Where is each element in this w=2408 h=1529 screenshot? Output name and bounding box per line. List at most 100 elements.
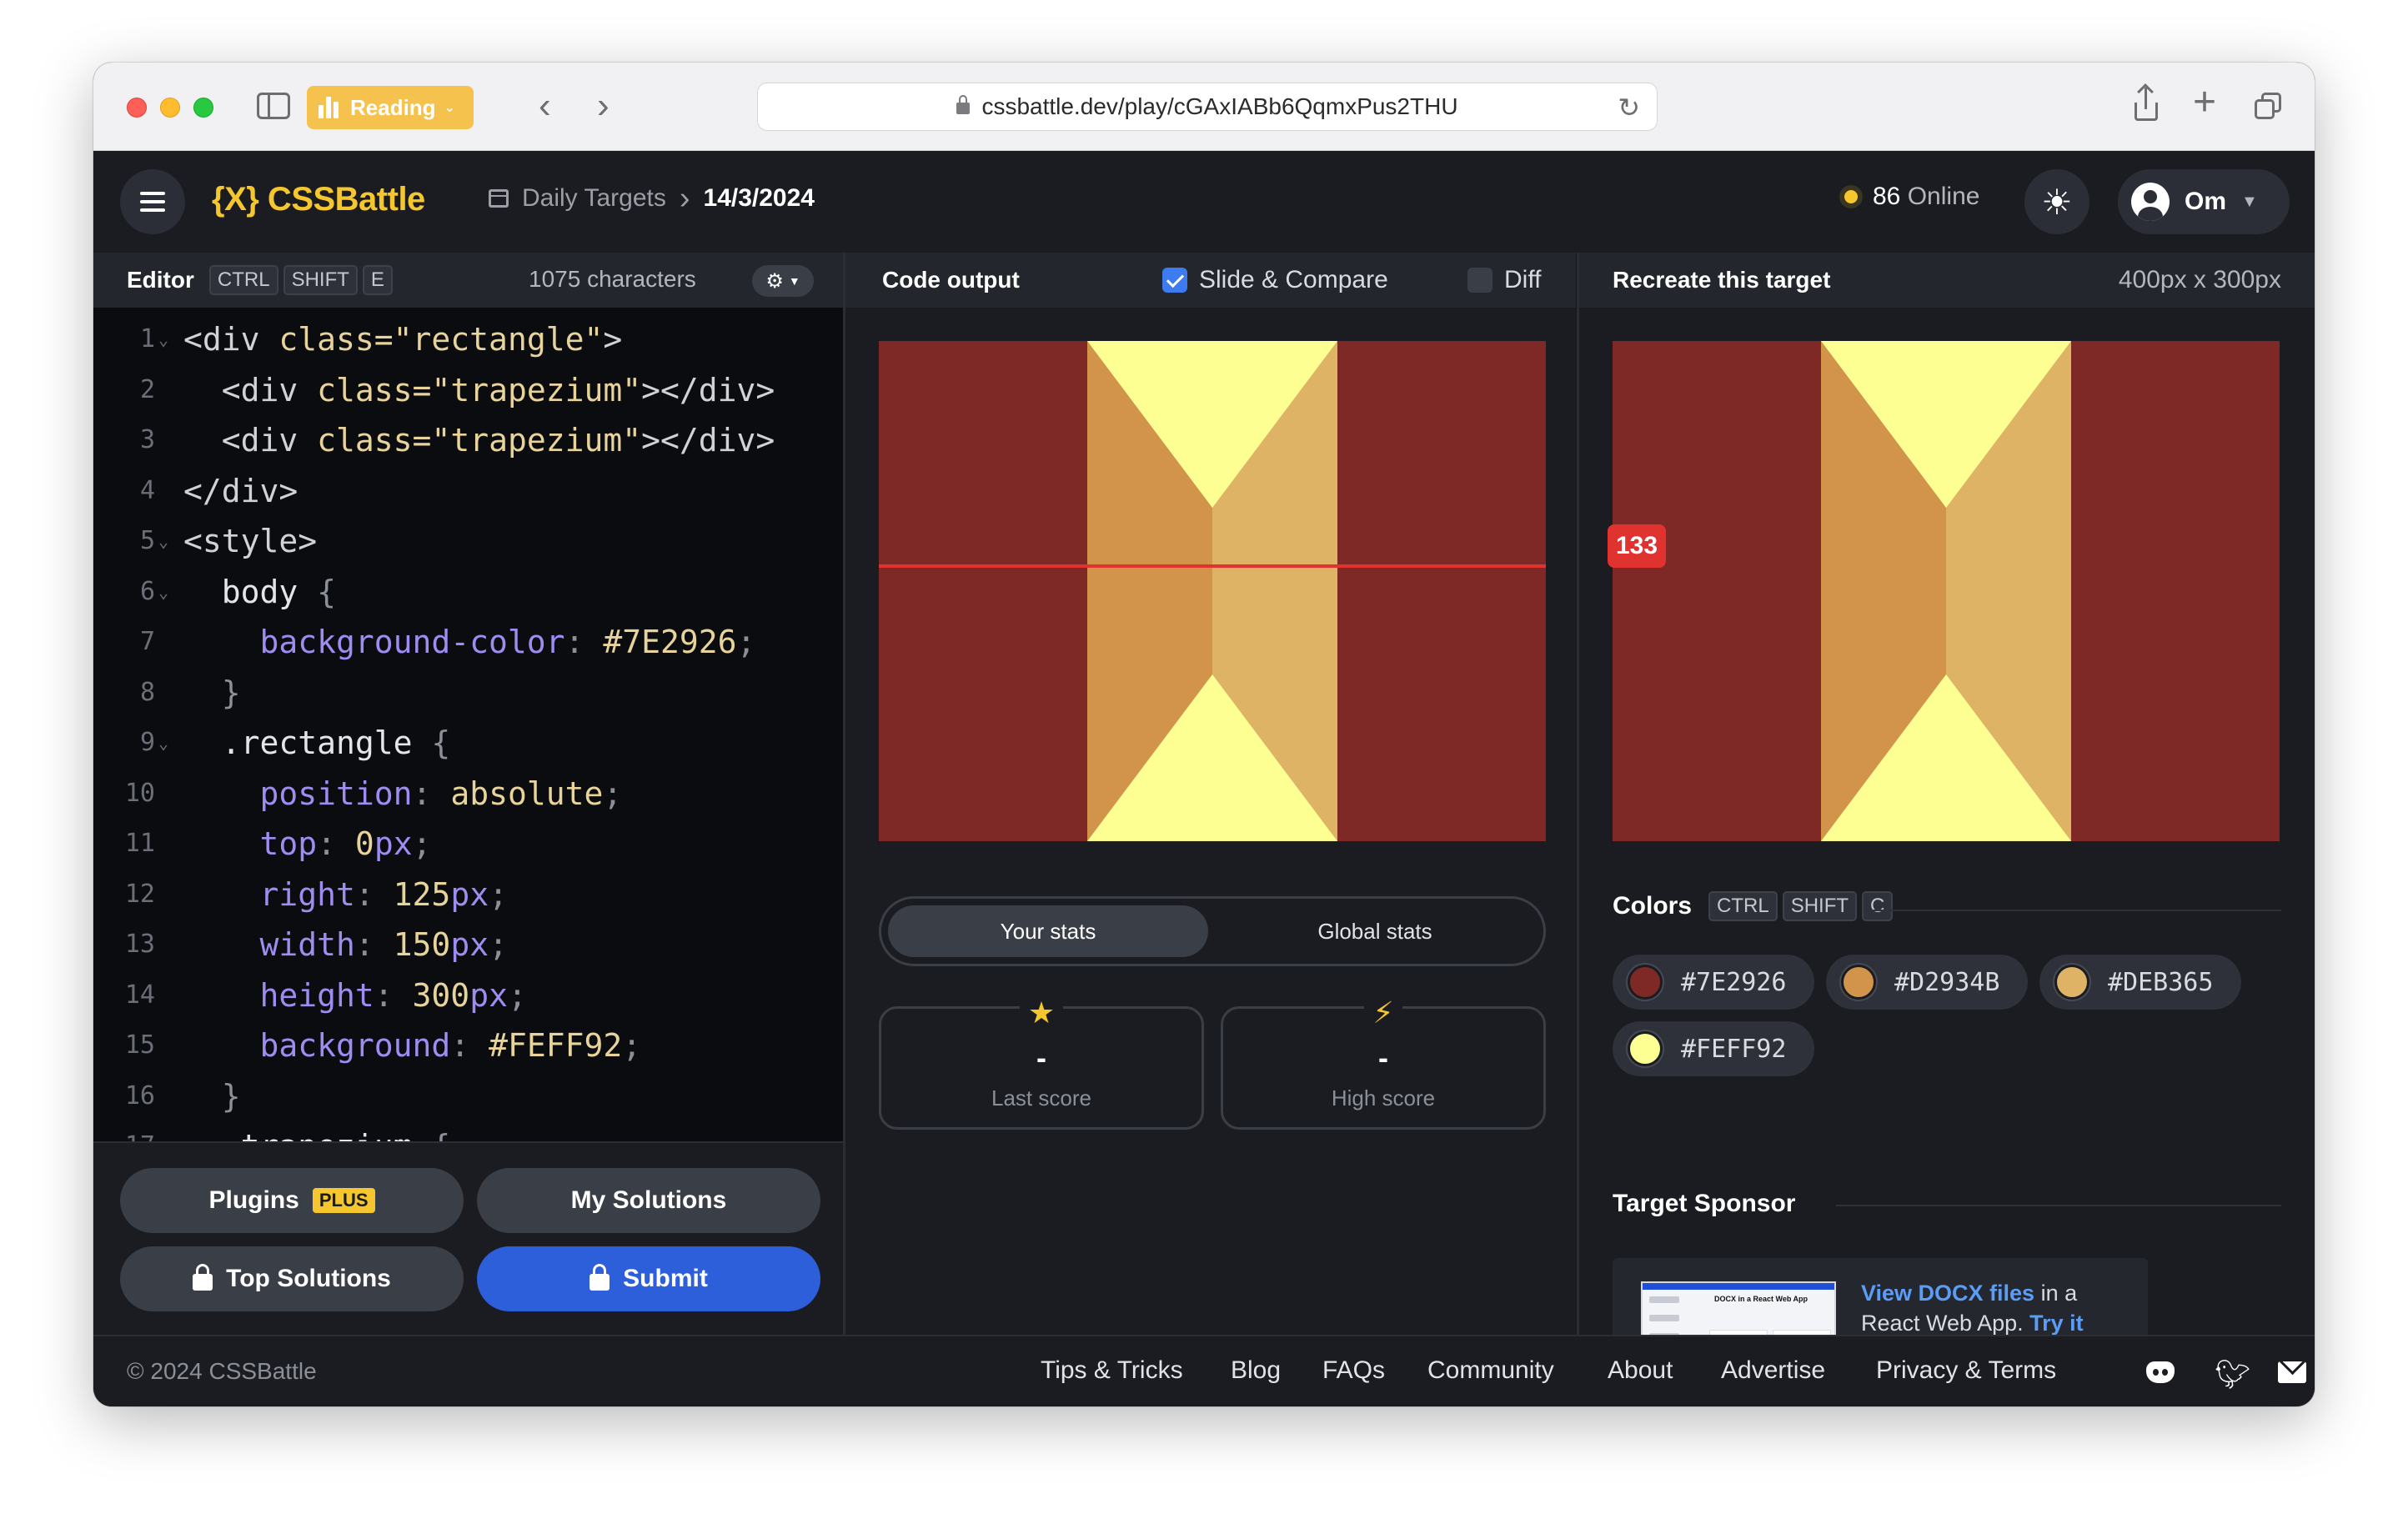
color-swatch[interactable]: #FEFF92 [1613, 1021, 1814, 1076]
shortcut-key: CTRL [1708, 891, 1778, 921]
footer-link-advertise[interactable]: Advertise [1721, 1356, 1825, 1385]
code-text: } [183, 674, 241, 711]
code-line[interactable]: 9 ⌄ .rectangle { [93, 718, 844, 768]
code-line[interactable]: 3 <div class="trapezium"></div> [93, 415, 844, 465]
line-number: 4 [139, 475, 155, 505]
address-bar[interactable]: cssbattle.dev/play/cGAxIABb6QqmxPus2THU … [757, 83, 1658, 131]
sponsor-section-title: Target Sponsor [1613, 1190, 1795, 1218]
code-line[interactable]: 1 ⌄ <div class="rectangle"> [93, 314, 844, 364]
code-line[interactable]: 2 <div class="trapezium"></div> [93, 365, 844, 415]
footer-link-about[interactable]: About [1608, 1356, 1673, 1385]
code-output-canvas[interactable] [879, 341, 1546, 841]
slide-compare-checkbox[interactable] [1162, 268, 1187, 293]
tab-global-stats[interactable]: Global stats [1215, 905, 1535, 957]
url-text: cssbattle.dev/play/cGAxIABb6QqmxPus2THU [981, 93, 1458, 119]
user-menu-button[interactable]: Om ▼ [2118, 169, 2290, 234]
color-dot [2054, 965, 2089, 1000]
reading-list-button[interactable]: Reading ⌄ [307, 86, 474, 129]
code-line[interactable]: 5 ⌄ <style> [93, 516, 844, 566]
reload-icon[interactable]: ↻ [1618, 92, 1640, 123]
share-icon[interactable] [2135, 83, 2158, 121]
sun-icon: ☀ [2041, 182, 2073, 222]
line-number: 9 [139, 728, 155, 757]
shortcut-key: E [362, 265, 393, 295]
menu-button[interactable] [120, 169, 185, 234]
code-line[interactable]: 17 .trapezium { [93, 1121, 844, 1141]
forward-arrow-icon[interactable]: › [597, 88, 610, 124]
breadcrumb: Daily Targets › 14/3/2024 [489, 183, 815, 214]
editor-header: Editor CTRL SHIFT E 1075 characters ⚙ ▼ [93, 253, 844, 308]
code-line[interactable]: 4 </div> [93, 466, 844, 516]
target-render [1613, 341, 2280, 841]
twitter-icon[interactable]: 🐦︎ [2215, 1358, 2250, 1391]
color-swatch[interactable]: #D2934B [1826, 955, 2028, 1010]
code-text: </div> [183, 472, 298, 509]
zoom-window-button[interactable] [193, 98, 213, 118]
code-line[interactable]: 16 } [93, 1071, 844, 1121]
color-swatch[interactable]: #7E2926 [1613, 955, 1814, 1010]
color-swatch[interactable]: #DEB365 [2039, 955, 2241, 1010]
discord-icon[interactable] [2146, 1361, 2175, 1383]
minimize-window-button[interactable] [160, 98, 180, 118]
code-line[interactable]: 14 height: 300px; [93, 970, 844, 1020]
back-arrow-icon[interactable]: ‹ [539, 88, 551, 124]
code-line[interactable]: 6 ⌄ body { [93, 567, 844, 617]
code-line[interactable]: 15 background: #FEFF92; [93, 1020, 844, 1070]
editor-settings-button[interactable]: ⚙ ▼ [752, 265, 814, 297]
calendar-icon [489, 189, 509, 208]
footer-link-tips[interactable]: Tips & Tricks [1041, 1356, 1183, 1385]
fold-chevron-icon[interactable]: ⌄ [158, 718, 168, 768]
code-line[interactable]: 7 background-color: #7E2926; [93, 617, 844, 667]
mail-icon[interactable] [2278, 1361, 2306, 1383]
footer-link-faqs[interactable]: FAQs [1322, 1356, 1385, 1385]
footer-link-privacy[interactable]: Privacy & Terms [1876, 1356, 2056, 1385]
shortcut-key: C [1862, 891, 1894, 921]
fold-chevron-icon[interactable]: ⌄ [158, 567, 168, 617]
avatar [2131, 183, 2170, 221]
target-header: Recreate this target 400px x 300px [1579, 253, 2315, 308]
slide-compare-toggle[interactable]: Slide & Compare [1162, 266, 1388, 294]
code-line[interactable]: 13 width: 150px; [93, 920, 844, 970]
breadcrumb-daily-targets[interactable]: Daily Targets [522, 184, 666, 213]
submit-button[interactable]: Submit [477, 1246, 820, 1311]
top-solutions-button[interactable]: Top Solutions [120, 1246, 464, 1311]
code-text: background: #FEFF92; [183, 1027, 642, 1064]
diff-checkbox[interactable] [1467, 268, 1492, 293]
line-number: 6 [139, 576, 155, 606]
footer: © 2024 CSSBattle Tips & Tricks Blog FAQs… [93, 1335, 2315, 1406]
code-editor[interactable]: 1 ⌄ <div class="rectangle"> 2 <div class="t… [93, 308, 844, 1141]
code-text: <div class="rectangle"> [183, 321, 623, 358]
online-indicator: 86 Online [1839, 183, 1979, 211]
code-line[interactable]: 11 top: 0px; [93, 819, 844, 869]
breadcrumb-current: 14/3/2024 [703, 184, 815, 212]
sidebar-toggle-icon[interactable] [257, 93, 290, 119]
my-solutions-button[interactable]: My Solutions [477, 1168, 820, 1233]
slide-compare-line[interactable] [879, 564, 1546, 568]
shortcut-key: CTRL [208, 265, 278, 295]
code-line[interactable]: 12 right: 125px; [93, 870, 844, 920]
diff-toggle[interactable]: Diff [1467, 266, 1541, 294]
editor-title: Editor [127, 267, 194, 293]
sponsor-link-view[interactable]: View DOCX files [1861, 1281, 2034, 1306]
new-tab-icon[interactable]: + [2193, 83, 2216, 123]
close-window-button[interactable] [127, 98, 147, 118]
tab-your-stats[interactable]: Your stats [888, 905, 1208, 957]
tab-overview-icon[interactable] [2255, 93, 2281, 119]
shortcut-key: SHIFT [1782, 891, 1858, 921]
line-number: 1 [139, 324, 155, 353]
fold-chevron-icon[interactable]: ⌄ [158, 314, 168, 364]
output-render [879, 341, 1546, 841]
code-text: .trapezium { [183, 1121, 451, 1141]
fold-chevron-icon[interactable]: ⌄ [158, 516, 168, 566]
sponsor-title: Target Sponsor [1613, 1190, 1796, 1217]
code-line[interactable]: 8 } [93, 668, 844, 718]
sponsor-thumb-title: DOCX in a React Web App [1714, 1295, 1809, 1303]
theme-toggle-button[interactable]: ☀ [2024, 169, 2089, 234]
footer-link-community[interactable]: Community [1427, 1356, 1554, 1385]
compare-position-badge[interactable]: 133 [1608, 524, 1666, 568]
browser-window: Reading ⌄ ‹ › cssbattle.dev/play/cGAxIAB… [93, 63, 2315, 1406]
plugins-button[interactable]: Plugins PLUS [120, 1168, 464, 1233]
code-line[interactable]: 10 position: absolute; [93, 769, 844, 819]
cssbattle-logo[interactable]: {X} CSSBattle [212, 181, 425, 218]
footer-link-blog[interactable]: Blog [1231, 1356, 1281, 1385]
